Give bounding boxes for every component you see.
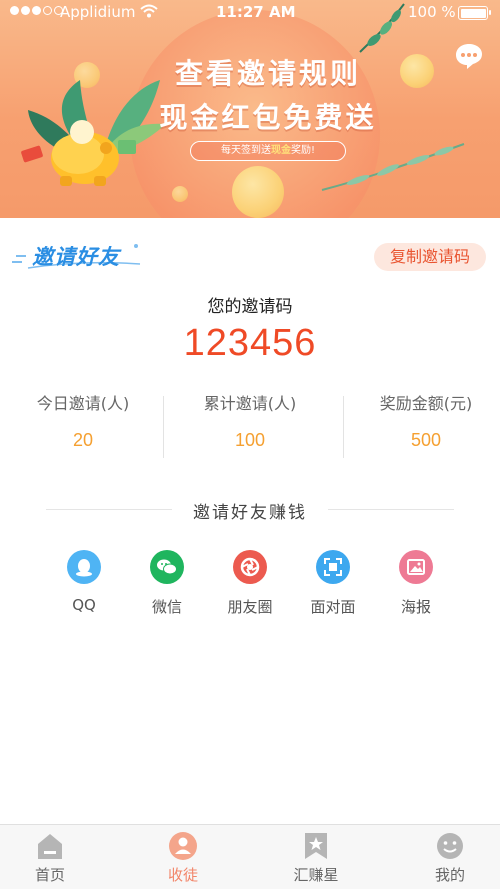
tab-profile[interactable]: 我的: [400, 825, 500, 889]
stat-reward: 奖励金额(元) 500: [343, 392, 500, 451]
share-label: QQ: [72, 596, 96, 614]
banner-title-line1: 查看邀请规则: [174, 57, 361, 90]
stat-value: 500: [410, 430, 442, 450]
stat-value: 100: [234, 430, 266, 450]
invite-friends-logo: 邀请好友: [12, 236, 142, 274]
tab-label: 我的: [434, 866, 465, 884]
share-wechat-button[interactable]: 微信: [132, 550, 202, 617]
pill-prefix: 每天签到送: [220, 145, 271, 156]
bottom-tab-bar: 首页 收徒 汇赚星 我的: [0, 824, 500, 889]
share-label: 海报: [400, 598, 431, 616]
signal-strength-icon: [10, 6, 63, 15]
tab-apprentice[interactable]: 收徒: [133, 825, 233, 889]
share-label: 面对面: [310, 598, 356, 616]
qq-icon: [67, 550, 101, 584]
share-label: 朋友圈: [227, 598, 273, 616]
battery-percent: 100 %: [408, 3, 456, 21]
status-bar: Applidium 11:27 AM 100 %: [0, 0, 500, 26]
stat-today: 今日邀请(人) 20: [0, 392, 166, 451]
tab-star[interactable]: 汇赚星: [266, 825, 366, 889]
copy-invite-code-button[interactable]: 复制邀请码: [374, 243, 486, 271]
share-section-header: 邀请好友赚钱: [0, 498, 500, 523]
poster-icon: [399, 550, 433, 584]
stat-divider: [163, 396, 164, 458]
stat-label: 今日邀请(人): [36, 394, 130, 413]
banner-title-line2: 现金红包免费送: [159, 101, 377, 134]
carrier-name: Applidium: [60, 3, 136, 21]
invite-stats: 今日邀请(人) 20 累计邀请(人) 100 奖励金额(元) 500: [0, 392, 500, 460]
home-icon: [35, 831, 65, 861]
tab-label: 收徒: [167, 866, 198, 884]
share-moments-button[interactable]: 朋友圈: [215, 550, 285, 617]
share-poster-button[interactable]: 海报: [381, 550, 451, 617]
star-icon: [301, 831, 331, 861]
moments-icon: [233, 550, 267, 584]
gold-orb-decoration: [232, 166, 284, 218]
tab-home[interactable]: 首页: [0, 825, 100, 889]
tab-label: 汇赚星: [293, 866, 339, 884]
wifi-icon: [140, 4, 158, 18]
stat-label: 奖励金额(元): [379, 394, 473, 413]
pill-highlight: 现金: [270, 145, 291, 156]
profile-icon: [435, 831, 465, 861]
stat-label: 累计邀请(人): [203, 394, 297, 413]
apprentice-icon: [168, 831, 198, 861]
gold-orb-decoration: [172, 186, 188, 202]
scan-icon: [316, 550, 350, 584]
battery-icon: [458, 6, 491, 20]
tab-label: 首页: [34, 866, 65, 884]
invite-logo-text: 邀请好友: [32, 245, 120, 269]
share-face-to-face-button[interactable]: 面对面: [298, 550, 368, 617]
banner-checkin-pill: 每天签到送现金奖励!: [190, 141, 346, 161]
invite-code-value: 123456: [183, 322, 317, 364]
pill-suffix: 奖励!: [290, 145, 315, 156]
wechat-icon: [150, 550, 184, 584]
invite-code-label: 您的邀请码: [207, 297, 293, 317]
share-section-title: 邀请好友赚钱: [193, 503, 307, 523]
stat-value: 20: [72, 430, 94, 450]
share-label: 微信: [151, 598, 182, 616]
stat-total: 累计邀请(人) 100: [167, 392, 333, 451]
invite-banner[interactable]: Applidium 11:27 AM 100 % 查看邀请规则 现金红包免费送 …: [0, 0, 500, 218]
status-time: 11:27 AM: [216, 3, 296, 21]
share-qq-button[interactable]: QQ: [49, 550, 119, 614]
chat-bubble-icon[interactable]: [454, 42, 484, 70]
